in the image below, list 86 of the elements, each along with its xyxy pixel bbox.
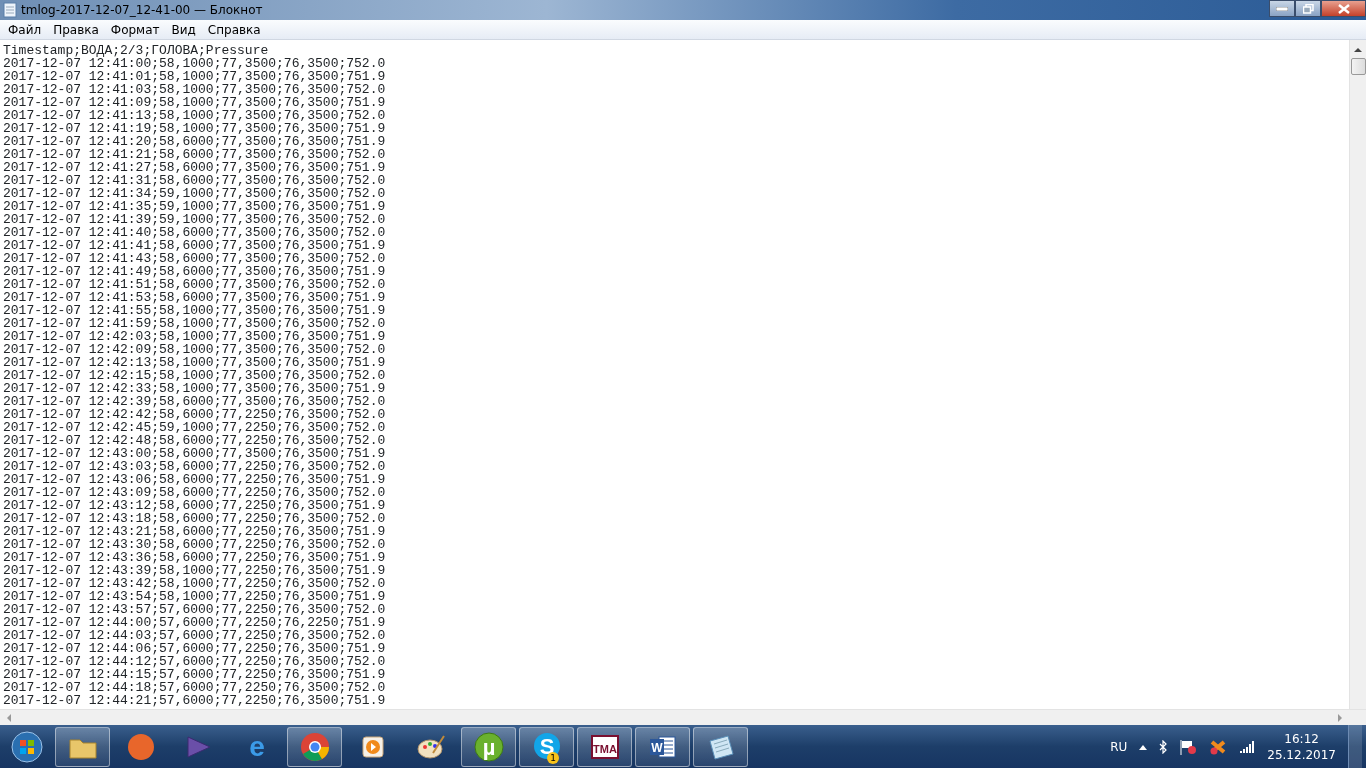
menu-item[interactable]: Вид xyxy=(165,20,202,39)
time: 16:12 xyxy=(1284,730,1319,747)
text-line: 2017-12-07 12:44:15;57,6000;77,2250;76,3500;751.9 xyxy=(3,667,386,682)
text-line: 2017-12-07 12:43:30;58,6000;77,2250;76,3500;752.0 xyxy=(3,537,386,552)
signal-icon[interactable] xyxy=(1239,740,1256,753)
antivirus-icon[interactable] xyxy=(1209,738,1228,755)
menu-item[interactable]: Справка xyxy=(201,20,267,39)
text-line: 2017-12-07 12:43:18;58,6000;77,2250;76,3500;752.0 xyxy=(3,511,386,526)
text-line: 2017-12-07 12:43:39;58,1000;77,2250;76,3500;751.9 xyxy=(3,563,386,578)
text-line: 2017-12-07 12:41:51;58,6000;77,3500;76,3500;752.0 xyxy=(3,277,386,292)
text-line: 2017-12-07 12:42:39;58,6000;77,3500;76,3500;752.0 xyxy=(3,394,386,409)
bluetooth-icon[interactable] xyxy=(1159,739,1168,754)
text-line: 2017-12-07 12:41:00;58,1000;77,3500;76,3500;752.0 xyxy=(3,56,386,71)
text-line: 2017-12-07 12:41:09;58,1000;77,3500;76,3500;751.9 xyxy=(3,95,386,110)
taskbar-button[interactable]: e xyxy=(229,726,284,767)
menu-item[interactable]: Файл xyxy=(2,20,48,39)
text-line: 2017-12-07 12:41:19;58,1000;77,3500;76,3500;751.9 xyxy=(3,121,386,136)
restore-icon xyxy=(1302,3,1314,14)
taskbar-button[interactable] xyxy=(693,726,748,767)
text-line: 2017-12-07 12:41:20;58,6000;77,3500;76,3500;751.9 xyxy=(3,134,386,149)
notepad-icon xyxy=(3,2,17,18)
date: 25.12.2017 xyxy=(1267,746,1336,763)
show-hidden-icons-icon[interactable] xyxy=(1139,743,1148,750)
text-line: 2017-12-07 12:41:59;58,1000;77,3500;76,3500;752.0 xyxy=(3,316,386,331)
text-line: 2017-12-07 12:44:03;57,6000;77,2250;76,3500;752.0 xyxy=(3,628,386,643)
text-line: 2017-12-07 12:44:21;57,6000;77,2250;76,3500;751.9 xyxy=(3,693,386,708)
text-line: 2017-12-07 12:42:09;58,1000;77,3500;76,3500;752.0 xyxy=(3,342,386,357)
text-line: 2017-12-07 12:44:18;57,6000;77,2250;76,3500;752.0 xyxy=(3,680,386,695)
text-line: 2017-12-07 12:43:09;58,6000;77,2250;76,3500;752.0 xyxy=(3,485,386,500)
text-line: 2017-12-07 12:41:43;58,6000;77,3500;76,3500;752.0 xyxy=(3,251,386,266)
text-line: 2017-12-07 12:41:34;59,1000;77,3500;76,3500;752.0 xyxy=(3,186,386,201)
menu-item[interactable]: Правка xyxy=(47,20,105,39)
torrent-icon: µ xyxy=(472,730,505,763)
text-line: 2017-12-07 12:41:40;58,6000;77,3500;76,3500;752.0 xyxy=(3,225,386,240)
minimize-button[interactable] xyxy=(1269,0,1295,17)
text-line: 2017-12-07 12:42:13;58,1000;77,3500;76,3500;751.9 xyxy=(3,355,386,370)
flag-icon[interactable] xyxy=(1179,738,1198,755)
chrome-icon xyxy=(298,730,331,763)
text-line: 2017-12-07 12:44:00;57,6000;77,2250;76,2250;751.9 xyxy=(3,615,386,630)
text-line: 2017-12-07 12:41:01;58,1000;77,3500;76,3500;751.9 xyxy=(3,69,386,84)
text-line: 2017-12-07 12:42:03;58,1000;77,3500;76,3500;751.9 xyxy=(3,329,386,344)
text-line: 2017-12-07 12:41:27;58,6000;77,3500;76,3500;751.9 xyxy=(3,160,386,175)
window-title: tmlog-2017-12-07_12-41-00 — Блокнот xyxy=(21,2,263,19)
text-line: 2017-12-07 12:41:31;58,6000;77,3500;76,3500;752.0 xyxy=(3,173,386,188)
text-line: 2017-12-07 12:43:00;58,6000;77,3500;76,3500;751.9 xyxy=(3,446,386,461)
vertical-scrollbar[interactable] xyxy=(1349,40,1366,709)
text-line: 2017-12-07 12:42:45;59,1000;77,2250;76,3500;752.0 xyxy=(3,420,386,435)
text-line: 2017-12-07 12:44:12;57,6000;77,2250;76,3500;752.0 xyxy=(3,654,386,669)
text-line: 2017-12-07 12:43:12;58,6000;77,2250;76,3500;751.9 xyxy=(3,498,386,513)
text-line: 2017-12-07 12:43:03;58,6000;77,2250;76,3500;752.0 xyxy=(3,459,386,474)
text-line: 2017-12-07 12:41:55;58,1000;77,3500;76,3500;751.9 xyxy=(3,303,386,318)
text-line: 2017-12-07 12:42:48;58,6000;77,2250;76,3500;752.0 xyxy=(3,433,386,448)
clock[interactable]: 16:12 25.12.2017 xyxy=(1267,730,1336,763)
text-line: 2017-12-07 12:42:33;58,1000;77,3500;76,3500;751.9 xyxy=(3,381,386,396)
text-line: 2017-12-07 12:41:53;58,6000;77,3500;76,3500;751.9 xyxy=(3,290,386,305)
text-line: 2017-12-07 12:43:54;58,1000;77,2250;76,3500;751.9 xyxy=(3,589,386,604)
text-line: Timestamp;ВОДА;2/3;ГОЛОВА;Pressure xyxy=(3,43,269,58)
close-button[interactable] xyxy=(1321,0,1366,17)
text-line: 2017-12-07 12:42:42;58,6000;77,2250;76,3500;752.0 xyxy=(3,407,386,422)
text-line: 2017-12-07 12:41:35;59,1000;77,3500;76,3500;751.9 xyxy=(3,199,386,214)
text-line: 2017-12-07 12:41:03;58,1000;77,3500;76,3500;752.0 xyxy=(3,82,386,97)
taskbar-button[interactable] xyxy=(55,726,110,767)
scroll-up-icon[interactable] xyxy=(1354,45,1362,55)
text-line: 2017-12-07 12:41:39;59,1000;77,3500;76,3500;752.0 xyxy=(3,212,386,227)
close-icon xyxy=(1337,3,1350,14)
minimize-icon xyxy=(1276,6,1288,11)
language-indicator[interactable]: RU xyxy=(1110,737,1128,756)
taskbar-button[interactable] xyxy=(287,726,342,767)
start-orb-icon xyxy=(11,730,43,763)
taskbar-button[interactable]: TMA xyxy=(577,726,632,767)
restore-button[interactable] xyxy=(1295,0,1321,17)
text-line: 2017-12-07 12:43:21;58,6000;77,2250;76,3500;751.9 xyxy=(3,524,386,539)
text-line: 2017-12-07 12:43:36;58,6000;77,2250;76,3500;751.9 xyxy=(3,550,386,565)
text-line: 2017-12-07 12:41:21;58,6000;77,3500;76,3500;752.0 xyxy=(3,147,386,162)
text-line: 2017-12-07 12:41:41;58,6000;77,3500;76,3500;751.9 xyxy=(3,238,386,253)
scrollbar-thumb[interactable] xyxy=(1350,58,1366,75)
text-line: 2017-12-07 12:42:15;58,1000;77,3500;76,3500;752.0 xyxy=(3,368,386,383)
text-line: 2017-12-07 12:43:42;58,1000;77,2250;76,3500;752.0 xyxy=(3,576,386,591)
text-line: 2017-12-07 12:43:57;57,6000;77,2250;76,3500;752.0 xyxy=(3,602,386,617)
text-line: 2017-12-07 12:43:06;58,6000;77,2250;76,3500;751.9 xyxy=(3,472,386,487)
taskbar-button[interactable]: W xyxy=(635,726,690,767)
text-line: 2017-12-07 12:41:49;58,6000;77,3500;76,3500;751.9 xyxy=(3,264,386,279)
menu-item[interactable]: Формат xyxy=(104,20,166,39)
text-line: 2017-12-07 12:41:13;58,1000;77,3500;76,3500;752.0 xyxy=(3,108,386,123)
text-line: 2017-12-07 12:44:06;57,6000;77,2250;76,3500;751.9 xyxy=(3,641,386,656)
letter-e-icon: e xyxy=(240,730,273,763)
